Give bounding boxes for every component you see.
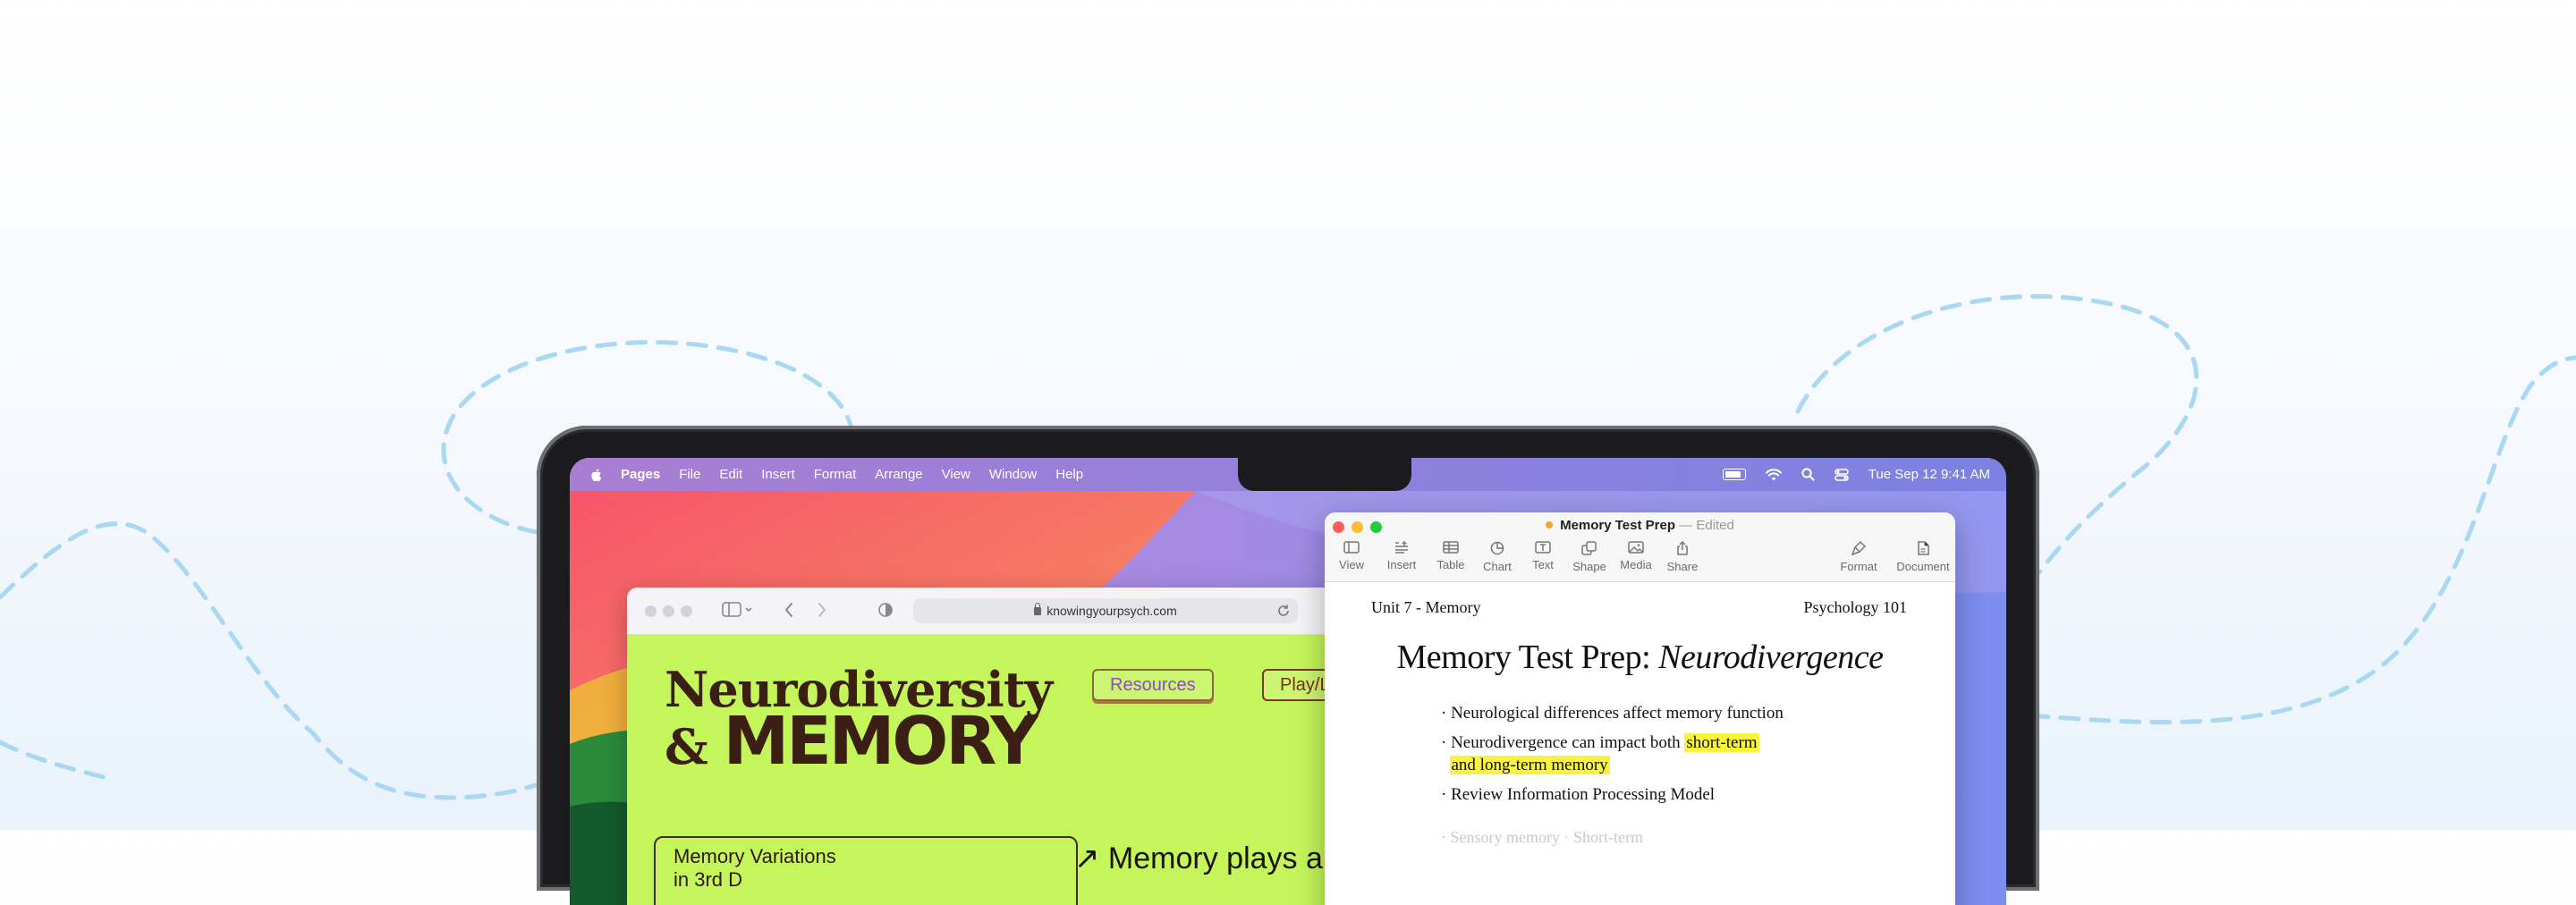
shape-icon [1581,541,1597,555]
url-text: knowingyourpsych.com [1046,604,1177,618]
toolbar-chart[interactable]: Chart [1472,541,1522,573]
safari-toolbar: knowingyourpsych.com [627,588,1343,635]
chart-icon [1490,541,1504,555]
toolbar-insert-label: Insert [1386,558,1417,571]
site-title: Neurodiversity & MEMORY [665,664,1053,775]
menu-format[interactable]: Format [814,467,857,482]
toolbar-view[interactable]: View [1326,541,1377,571]
document-heading: Memory Test Prep: Neurodivergence [1325,638,1955,677]
battery-icon[interactable] [1722,469,1746,480]
tagline-text: ↗ Memory plays a [1074,842,1323,875]
toolbar-media-label: Media [1620,558,1652,571]
toolbar-media[interactable]: Media [1611,541,1661,571]
document-canvas[interactable]: Unit 7 - Memory Psychology 101 Memory Te… [1325,582,1955,905]
toolbar-share-label: Share [1666,560,1699,573]
menu-file[interactable]: File [679,467,700,482]
toolbar-shape-label: Shape [1572,560,1606,573]
privacy-shield-icon[interactable] [877,602,894,618]
toolbar-document[interactable]: Document [1893,541,1953,573]
forward-icon[interactable] [817,602,827,618]
menu-edit[interactable]: Edit [719,467,742,482]
media-icon [1628,541,1644,554]
sidebar-icon[interactable] [722,602,754,618]
document-name: Memory Test Prep [1560,518,1676,533]
menu-app-name[interactable]: Pages [621,467,660,482]
share-icon [1677,541,1688,555]
menu-help[interactable]: Help [1055,467,1083,482]
highlighted-text: short-term [1684,733,1759,752]
pages-window: Memory Test Prep — Edited View Insert Ta… [1325,512,1955,905]
toolbar-shape[interactable]: Shape [1564,541,1614,573]
toolbar-text-label: Text [1532,558,1554,571]
format-brush-icon [1852,541,1866,555]
edited-status: Edited [1696,518,1734,533]
lock-icon [1034,602,1042,615]
close-button[interactable] [645,605,657,617]
webpage-content: Neurodiversity & MEMORY Resources Play/L… [627,635,1343,905]
pages-toolbar: Memory Test Prep — Edited View Insert Ta… [1325,512,1955,582]
toolbar-document-label: Document [1896,560,1950,573]
toolbar-format[interactable]: Format [1834,541,1884,573]
toolbar-format-label: Format [1840,560,1877,573]
unsaved-indicator [1546,521,1554,529]
highlighted-text: and long-term memory [1449,756,1610,774]
menu-insert[interactable]: Insert [761,467,795,482]
back-icon[interactable] [784,602,794,618]
wifi-icon[interactable] [1765,468,1782,481]
document-title-bar: Memory Test Prep — Edited [1325,518,1955,533]
address-bar[interactable]: knowingyourpsych.com [913,598,1298,623]
toolbar-text[interactable]: Text [1518,541,1568,571]
menu-view[interactable]: View [942,467,970,482]
toolbar-view-label: View [1339,558,1364,571]
text-icon [1535,541,1551,554]
reload-icon[interactable] [1276,604,1291,618]
header-right: Psychology 101 [1803,598,1907,616]
apple-logo-icon[interactable] [589,468,602,482]
bullet-list: · Neurological differences affect memory… [1441,702,1784,813]
table-icon [1443,541,1459,554]
insert-icon [1395,541,1408,554]
safari-window: knowingyourpsych.com Neurodiversity & ME… [627,588,1343,905]
document-icon [1918,541,1929,555]
cutoff-text: · Sensory memory · Short-term [1441,828,1643,846]
title-separator: — [1679,518,1693,533]
site-title-memory: MEMORY [723,703,1038,780]
minimize-button[interactable] [663,605,674,617]
header-left: Unit 7 - Memory [1371,598,1481,616]
toolbar-share[interactable]: Share [1657,541,1707,573]
heading-plain: Memory Test Prep: [1396,639,1659,676]
bullet-item: · Neurological differences affect memory… [1441,704,1784,723]
search-icon[interactable] [1801,468,1815,481]
macbook-frame: Pages File Edit Insert Format Arrange Vi… [537,426,2039,905]
heading-italic: Neurodivergence [1658,639,1884,676]
view-icon [1343,541,1360,554]
menu-clock[interactable]: Tue Sep 12 9:41 AM [1868,467,1990,482]
card-line1: Memory Variations [674,845,836,867]
bullet-item: · Review Information Processing Model [1441,785,1716,804]
control-center-icon[interactable] [1834,468,1849,481]
site-title-ampersand: & [665,718,708,775]
zoom-button[interactable] [681,605,692,617]
bullet-item: · Neurodivergence can impact both short-… [1441,732,1784,776]
screen: Pages File Edit Insert Format Arrange Vi… [570,458,2006,905]
toolbar-chart-label: Chart [1483,560,1512,573]
toolbar-insert[interactable]: Insert [1377,541,1427,571]
nav-resources[interactable]: Resources [1092,669,1214,701]
toolbar-table-label: Table [1436,558,1465,571]
bullet-text: · Neurodivergence can impact both [1441,733,1685,752]
camera-notch [1238,458,1411,491]
memory-variations-card[interactable]: Memory Variations in 3rd D [654,836,1078,905]
toolbar-table[interactable]: Table [1426,541,1476,571]
card-line2: in 3rd D [674,868,743,891]
menu-window[interactable]: Window [989,467,1037,482]
menu-arrange[interactable]: Arrange [875,467,922,482]
